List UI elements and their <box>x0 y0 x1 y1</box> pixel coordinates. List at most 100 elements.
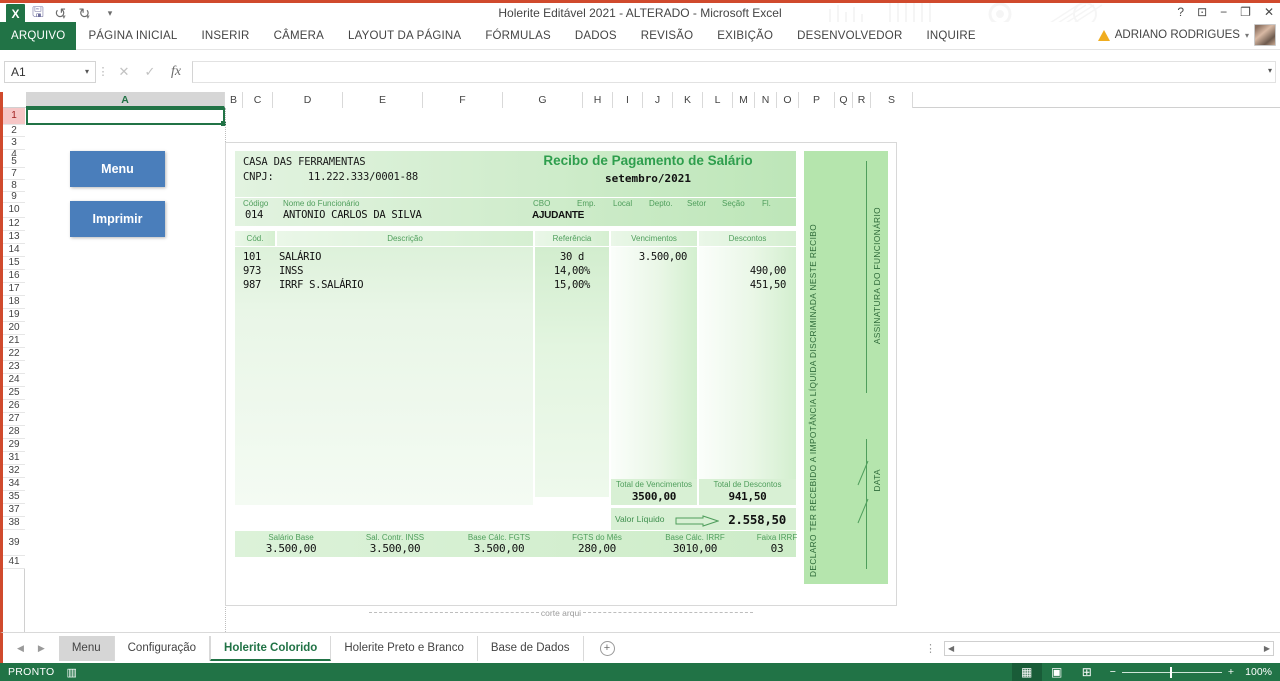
column-header-J[interactable]: J <box>643 92 673 108</box>
ribbon-tab-f-rmulas[interactable]: FÓRMULAS <box>473 22 563 50</box>
chevron-down-icon[interactable]: ▾ <box>1245 31 1249 40</box>
row-header-12[interactable]: 12 <box>3 218 25 231</box>
ribbon-tab-dados[interactable]: DADOS <box>563 22 629 50</box>
sheet-tab-configura-o[interactable]: Configuração <box>115 636 210 661</box>
ribbon-tab-revis-o[interactable]: REVISÃO <box>629 22 706 50</box>
ribbon-tab-inquire[interactable]: INQUIRE <box>914 22 987 50</box>
restore-button[interactable]: ❐ <box>1240 5 1251 19</box>
cancel-icon[interactable]: ✕ <box>111 61 137 83</box>
sheet-tab-holerite-colorido[interactable]: Holerite Colorido <box>210 636 331 661</box>
ribbon-tab-p-gina-inicial[interactable]: PÁGINA INICIAL <box>76 22 189 50</box>
spreadsheet-grid[interactable]: ABCDEFGHIJKLMNOPQRS 12345789101213141516… <box>0 92 1280 632</box>
zoom-slider-thumb[interactable] <box>1170 667 1172 678</box>
column-header-B[interactable]: B <box>225 92 243 108</box>
row-header-2[interactable]: 2 <box>3 125 25 137</box>
insert-function-icon[interactable]: fx <box>163 61 189 83</box>
column-header-I[interactable]: I <box>613 92 643 108</box>
ribbon-tab-desenvolvedor[interactable]: DESENVOLVEDOR <box>785 22 914 50</box>
row-header-23[interactable]: 23 <box>3 361 25 374</box>
row-header-31[interactable]: 31 <box>3 452 25 465</box>
row-header-15[interactable]: 15 <box>3 257 25 270</box>
ribbon-display-options-icon[interactable]: ⊡ <box>1197 5 1207 19</box>
row-header-21[interactable]: 21 <box>3 335 25 348</box>
row-header-22[interactable]: 22 <box>3 348 25 361</box>
ribbon-tab-arquivo[interactable]: ARQUIVO <box>0 22 76 50</box>
row-header-10[interactable]: 10 <box>3 203 25 218</box>
sheet-tab-base-de-dados[interactable]: Base de Dados <box>478 636 584 661</box>
row-header-9[interactable]: 9 <box>3 192 25 203</box>
zoom-level-label[interactable]: 100% <box>1234 666 1272 678</box>
zoom-out-button[interactable]: − <box>1110 666 1116 678</box>
row-header-26[interactable]: 26 <box>3 400 25 413</box>
column-header-R[interactable]: R <box>853 92 871 108</box>
ribbon-tab-c-mera[interactable]: CÂMERA <box>262 22 336 50</box>
scroll-left-icon[interactable]: ◀ <box>945 644 957 653</box>
ribbon-tab-exibi-o[interactable]: EXIBIÇÃO <box>705 22 785 50</box>
formula-input[interactable]: ▾ <box>192 61 1276 83</box>
sheet-nav-prev-icon[interactable]: ◀ <box>17 643 24 654</box>
column-header-M[interactable]: M <box>733 92 755 108</box>
row-header-5[interactable]: 5 <box>3 156 25 168</box>
help-icon[interactable]: ? <box>1177 5 1184 19</box>
column-header-O[interactable]: O <box>777 92 799 108</box>
confirm-icon[interactable]: ✓ <box>137 61 163 83</box>
column-header-E[interactable]: E <box>343 92 423 108</box>
cell-A1[interactable] <box>26 108 225 125</box>
row-header-1[interactable]: 1 <box>3 108 25 125</box>
row-header-37[interactable]: 37 <box>3 504 25 517</box>
zoom-slider-track[interactable] <box>1122 672 1222 673</box>
tab-split-handle[interactable]: ⋮ <box>917 642 944 655</box>
row-header-7[interactable]: 7 <box>3 168 25 180</box>
user-account-area[interactable]: ADRIANO RODRIGUES ▾ <box>1098 24 1276 46</box>
row-header-29[interactable]: 29 <box>3 439 25 452</box>
add-sheet-button[interactable]: + <box>600 641 615 656</box>
name-box[interactable]: A1 ▾ <box>4 61 96 83</box>
column-header-P[interactable]: P <box>799 92 835 108</box>
column-header-A[interactable]: A <box>26 92 225 108</box>
row-header-39[interactable]: 39 <box>3 530 25 556</box>
column-header-H[interactable]: H <box>583 92 613 108</box>
record-macro-icon[interactable]: ▥ <box>67 666 77 679</box>
row-header-16[interactable]: 16 <box>3 270 25 283</box>
row-header-28[interactable]: 28 <box>3 426 25 439</box>
column-header-D[interactable]: D <box>273 92 343 108</box>
row-header-34[interactable]: 34 <box>3 478 25 491</box>
normal-view-button[interactable]: ▦ <box>1012 663 1042 681</box>
row-header-13[interactable]: 13 <box>3 231 25 244</box>
column-header-N[interactable]: N <box>755 92 777 108</box>
expand-formula-bar-icon[interactable]: ▾ <box>1268 66 1272 75</box>
scroll-right-icon[interactable]: ▶ <box>1261 644 1273 653</box>
sheet-nav-next-icon[interactable]: ▶ <box>38 643 45 654</box>
row-header-24[interactable]: 24 <box>3 374 25 387</box>
close-button[interactable]: ✕ <box>1264 5 1274 19</box>
imprimir-button[interactable]: Imprimir <box>70 201 165 237</box>
zoom-slider[interactable]: − + <box>1110 666 1234 678</box>
column-header-L[interactable]: L <box>703 92 733 108</box>
column-header-S[interactable]: S <box>871 92 913 108</box>
sheet-canvas[interactable]: Menu Imprimir CASA DAS FERRAMENTAS CNPJ:… <box>26 108 1280 632</box>
row-header-35[interactable]: 35 <box>3 491 25 504</box>
row-header-25[interactable]: 25 <box>3 387 25 400</box>
sheet-tab-menu[interactable]: Menu <box>59 636 115 661</box>
horizontal-scrollbar[interactable]: ◀ ▶ <box>944 641 1274 656</box>
ribbon-tab-layout-da-p-gina[interactable]: LAYOUT DA PÁGINA <box>336 22 473 50</box>
column-header-C[interactable]: C <box>243 92 273 108</box>
row-header-41[interactable]: 41 <box>3 556 25 569</box>
sheet-tab-holerite-preto-e-branco[interactable]: Holerite Preto e Branco <box>331 636 478 661</box>
row-header-38[interactable]: 38 <box>3 517 25 530</box>
column-header-F[interactable]: F <box>423 92 503 108</box>
ribbon-tab-inserir[interactable]: INSERIR <box>190 22 262 50</box>
minimize-button[interactable]: − <box>1220 5 1227 19</box>
sheet-nav-arrows[interactable]: ◀ ▶ <box>3 643 59 654</box>
menu-button[interactable]: Menu <box>70 151 165 187</box>
row-header-27[interactable]: 27 <box>3 413 25 426</box>
column-header-Q[interactable]: Q <box>835 92 853 108</box>
row-header-17[interactable]: 17 <box>3 283 25 296</box>
column-header-G[interactable]: G <box>503 92 583 108</box>
page-layout-view-button[interactable]: ▣ <box>1042 663 1072 681</box>
row-header-18[interactable]: 18 <box>3 296 25 309</box>
column-header-K[interactable]: K <box>673 92 703 108</box>
row-header-20[interactable]: 20 <box>3 322 25 335</box>
avatar[interactable] <box>1254 24 1276 46</box>
row-header-19[interactable]: 19 <box>3 309 25 322</box>
